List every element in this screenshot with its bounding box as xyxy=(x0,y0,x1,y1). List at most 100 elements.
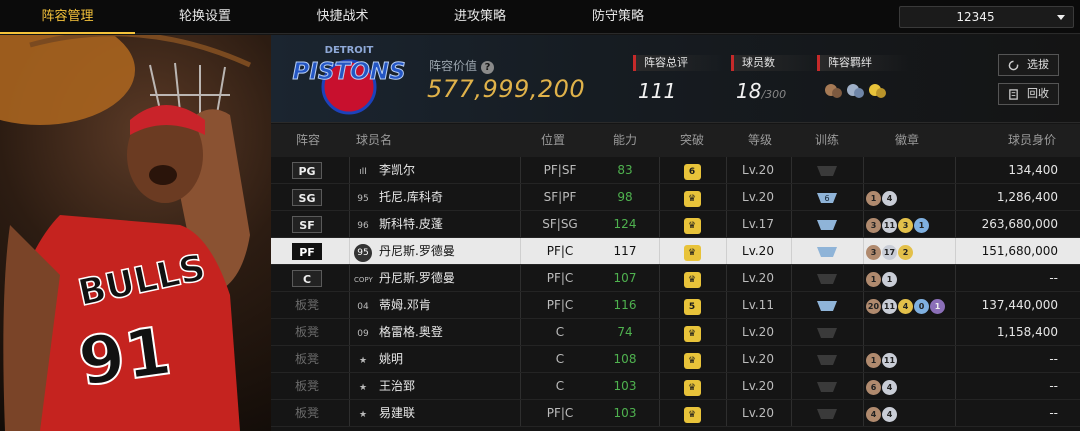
column-divider xyxy=(349,211,350,237)
training-cell[interactable]: 6 xyxy=(816,184,842,211)
training-cell[interactable] xyxy=(816,238,842,265)
breakthrough-cell: ♛ xyxy=(679,265,705,292)
table-row[interactable]: 板凳 ★ 易建联 PF|C 103 ♛ Lv.20 4 4 -- xyxy=(271,400,1080,427)
jersey-number-text: 91 xyxy=(74,312,176,401)
slot-cell[interactable]: PF xyxy=(281,238,333,265)
column-divider xyxy=(659,211,660,237)
player-value: -- xyxy=(1049,406,1058,420)
column-divider xyxy=(520,184,521,210)
breakthrough-badge: ♛ xyxy=(683,353,701,369)
tab-lineup-management[interactable]: 阵容管理 xyxy=(0,0,135,34)
breakthrough-badge: ♛ xyxy=(683,380,701,396)
badges-cell[interactable]: 1 11 xyxy=(866,346,956,373)
training-cell[interactable] xyxy=(816,319,842,346)
slot-cell[interactable]: 板凳 xyxy=(281,319,333,346)
slot-cell[interactable]: 板凳 xyxy=(281,292,333,319)
training-cell[interactable] xyxy=(816,211,842,238)
col-breakthrough: 突破 xyxy=(680,133,705,147)
breakthrough-cell: ♛ xyxy=(679,346,705,373)
player-number: ★ xyxy=(351,346,375,373)
player-name[interactable]: 李凯尔 xyxy=(379,157,519,184)
player-name[interactable]: 斯科特.皮蓬 xyxy=(379,211,519,238)
slot-label: 板凳 xyxy=(294,352,319,366)
slot-cell[interactable]: 板凳 xyxy=(281,373,333,400)
training-cell[interactable] xyxy=(816,373,842,400)
breakthrough-badge: 6 xyxy=(683,164,701,180)
player-value: 263,680,000 xyxy=(981,217,1058,231)
badges-cell[interactable]: 3 17 2 xyxy=(866,238,956,265)
help-icon[interactable]: ? xyxy=(481,61,495,74)
player-name[interactable]: 丹尼斯.罗德曼 xyxy=(379,238,519,265)
column-divider xyxy=(863,184,864,210)
training-cell[interactable] xyxy=(816,265,842,292)
player-value: -- xyxy=(1049,352,1058,366)
tab-rotation-settings[interactable]: 轮换设置 xyxy=(135,0,275,34)
slot-label: SF xyxy=(292,216,322,233)
player-level: Lv.20 xyxy=(742,271,774,285)
badges-cell[interactable] xyxy=(866,157,956,184)
badge-icon: 2 xyxy=(898,245,913,260)
table-row[interactable]: PG ıII 李凯尔 PF|SF 83 6 Lv.20 134,400 xyxy=(271,157,1080,184)
slot-label: PF xyxy=(292,243,322,260)
badges-cell[interactable]: 11 xyxy=(866,265,956,292)
training-cell[interactable] xyxy=(816,346,842,373)
bond-icons[interactable] xyxy=(823,79,893,101)
slot-cell[interactable]: C xyxy=(281,265,333,292)
training-cell[interactable] xyxy=(816,157,842,184)
column-divider xyxy=(659,373,660,399)
rating-value: 111 xyxy=(638,79,677,103)
badges-cell[interactable]: 44 xyxy=(866,400,956,427)
slot-cell[interactable]: 板凳 xyxy=(281,400,333,427)
badges-cell[interactable] xyxy=(866,319,956,346)
table-row[interactable]: C COPY 丹尼斯.罗德曼 PF|C 107 ♛ Lv.20 1 1 -- xyxy=(271,265,1080,292)
tab-defense-strategy[interactable]: 防守策略 xyxy=(550,0,686,34)
column-divider xyxy=(955,265,956,291)
tab-offense-strategy[interactable]: 进攻策略 xyxy=(410,0,550,34)
table-row[interactable]: 板凳 09 格雷格.奥登 C 74 ♛ Lv.20 1,158,400 xyxy=(271,319,1080,346)
lineup-selector[interactable]: 12345 xyxy=(899,6,1074,28)
breakthrough-badge: ♛ xyxy=(683,326,701,342)
slot-cell[interactable]: 板凳 xyxy=(281,346,333,373)
player-name[interactable]: 托尼.库科奇 xyxy=(379,184,519,211)
player-number: ★ xyxy=(351,400,375,427)
training-cell[interactable] xyxy=(816,400,842,427)
table-row[interactable]: SG 95 托尼.库科奇 SF|PF 98 ♛ Lv.20 6 1 4 1,286,400 xyxy=(271,184,1080,211)
badge-icon: 3 xyxy=(866,218,881,233)
badges-cell[interactable]: 14 xyxy=(866,184,956,211)
player-name[interactable]: 易建联 xyxy=(379,400,519,427)
column-divider xyxy=(726,319,727,345)
badges-cell[interactable]: 64 xyxy=(866,373,956,400)
training-count: 6 xyxy=(824,194,829,203)
player-ability: 117 xyxy=(613,244,637,258)
badges-cell[interactable]: 3 11 3 1 xyxy=(866,211,956,238)
player-name[interactable]: 格雷格.奥登 xyxy=(379,319,519,346)
slot-cell[interactable]: PG xyxy=(281,157,333,184)
training-cell[interactable] xyxy=(816,292,842,319)
column-divider xyxy=(791,319,792,345)
select-players-button[interactable]: 选拔 xyxy=(998,54,1059,76)
roster-table-header: 阵容 球员名 位置 能力 突破 等级 训练 徽章 球员身价 xyxy=(271,124,1080,157)
player-name[interactable]: 蒂姆.邓肯 xyxy=(379,292,519,319)
table-row[interactable]: PF 95 丹尼斯.罗德曼 PF|C 117 ♛ Lv.20 3 17 2 151,680,000 xyxy=(271,238,1080,265)
player-name[interactable]: 王治郅 xyxy=(379,373,519,400)
tab-quick-tactics[interactable]: 快捷战术 xyxy=(275,0,410,34)
table-row[interactable]: SF 96 斯科特.皮蓬 SF|SG 124 ♛ Lv.17 3 11 3 1 263,680,000 xyxy=(271,211,1080,238)
recycle-button[interactable]: 回收 xyxy=(998,83,1059,105)
table-row[interactable]: 板凳 04 蒂姆.邓肯 PF|C 116 5 Lv.11 20 11 4 0 1 137,440,000 xyxy=(271,292,1080,319)
jersey-number-icon: 95 xyxy=(357,194,369,204)
breakthrough-cell: ♛ xyxy=(679,373,705,400)
slot-cell[interactable]: SG xyxy=(281,184,333,211)
table-row[interactable]: 板凳 ★ 姚明 C 108 ♛ Lv.20 1 11 -- xyxy=(271,346,1080,373)
training-icon xyxy=(817,220,837,230)
training-icon: 6 xyxy=(817,193,837,203)
badge-icon: 1 xyxy=(866,191,881,206)
lineup-value-label: 阵容价值? xyxy=(429,57,495,74)
player-name[interactable]: 丹尼斯.罗德曼 xyxy=(379,265,519,292)
slot-cell[interactable]: SF xyxy=(281,211,333,238)
slot-label: 板凳 xyxy=(294,406,319,420)
slot-label: 板凳 xyxy=(294,298,319,312)
table-row[interactable]: 板凳 ★ 王治郅 C 103 ♛ Lv.20 6 4 -- xyxy=(271,373,1080,400)
player-name[interactable]: 姚明 xyxy=(379,346,519,373)
breakthrough-cell: 6 xyxy=(679,157,705,184)
badges-cell[interactable]: 20 11 4 0 1 xyxy=(866,292,956,319)
